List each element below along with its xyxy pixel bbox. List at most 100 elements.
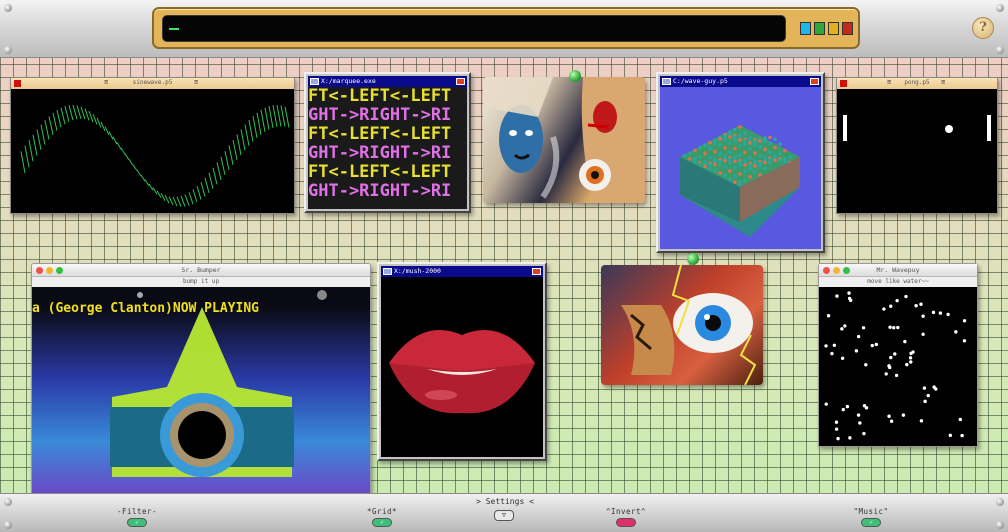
wave-dot [778, 151, 782, 155]
control-label: "Music" [853, 507, 889, 516]
help-button[interactable]: ? [972, 17, 994, 39]
wave-dot [723, 134, 727, 139]
window-pong[interactable]: ≡ pong.p5 ≡ [836, 77, 998, 214]
window-titlebar[interactable]: ≡ sinewave.p5 ≡ [11, 78, 294, 89]
window-title: X:/marquee.exe [321, 77, 376, 85]
window-titlebar[interactable]: Mr. Wavepuy [819, 264, 977, 277]
search-input[interactable] [162, 15, 786, 42]
window-wave-guy[interactable]: C:/wave-guy.p5 [656, 72, 825, 253]
sine-segment [220, 156, 226, 176]
settings-expand-button[interactable]: ▽ [494, 510, 514, 521]
filter-toggle[interactable]: ✓ [127, 518, 147, 527]
screw-icon [996, 46, 1004, 54]
wave-dot [738, 144, 742, 148]
sine-segment [28, 140, 34, 162]
wave-dot [743, 178, 747, 183]
wave-dot [753, 164, 757, 168]
grid-toggle[interactable]: ✓ [372, 518, 392, 527]
wave-dot [758, 161, 762, 166]
window-title: Sr. Bumper [181, 266, 221, 274]
color-swatch-green[interactable] [814, 22, 825, 35]
sine-segment [76, 105, 82, 120]
particle [932, 385, 936, 389]
wave-dot [773, 137, 777, 142]
color-swatch-yellow[interactable] [828, 22, 839, 35]
wave-dot [733, 159, 737, 164]
particle [841, 407, 845, 412]
window-titlebar[interactable]: C:/wave-guy.p5 [660, 76, 821, 87]
wave-dot [733, 135, 737, 139]
sine-segment [128, 158, 134, 166]
sine-segment [88, 110, 94, 123]
window-wavepuy[interactable]: Mr. Wavepuy move like water~~ [818, 263, 978, 447]
particle [840, 356, 845, 361]
wave-dot [728, 135, 732, 139]
color-swatch-blue[interactable] [800, 22, 811, 35]
particle [960, 433, 964, 438]
wave-dot [763, 155, 767, 160]
question-icon: ? [979, 20, 987, 35]
particle [836, 436, 840, 441]
invert-toggle[interactable] [616, 518, 636, 527]
wave-dot [713, 141, 717, 146]
window-titlebar[interactable]: X:/marquee.exe [308, 76, 467, 87]
wave-dot [773, 145, 777, 150]
particle [858, 421, 862, 425]
particle [843, 324, 847, 328]
sine-segment [96, 117, 102, 128]
particles-canvas [819, 287, 977, 446]
wave-dot [708, 166, 712, 171]
particle [926, 393, 930, 398]
wave-dot [728, 177, 732, 181]
wave-dot [748, 147, 752, 151]
sine-segment [60, 107, 66, 125]
pin-icon [687, 253, 699, 265]
sine-segment [108, 131, 114, 140]
control-label: *Grid* [366, 507, 398, 516]
wave-dot [718, 171, 722, 175]
window-sinewave[interactable]: ≡ sinewave.p5 ≡ [10, 77, 295, 214]
sine-segment [44, 120, 50, 140]
sine-segment [256, 112, 262, 135]
sine-segment [168, 196, 174, 206]
sine-segment [204, 177, 210, 193]
sine-segment [248, 120, 254, 142]
sine-segment [132, 164, 138, 172]
sine-segment [200, 181, 206, 197]
window-mush[interactable]: X:/mush-2000 [377, 262, 547, 461]
control-filter: -Filter- ✓ [107, 507, 167, 527]
music-toggle[interactable]: ✓ [861, 518, 881, 527]
marquee-line-left: FT<-LEFT<-LEFT [308, 87, 452, 106]
control-label: -Filter- [116, 507, 158, 516]
menu-icon[interactable]: ≡ [194, 78, 198, 86]
wave-dot [723, 158, 727, 163]
window-titlebar[interactable]: X:/mush-2000 [381, 266, 543, 277]
sine-segment [276, 104, 282, 127]
wave-dot [753, 159, 757, 163]
color-swatch-red[interactable] [842, 22, 853, 35]
window-bumper[interactable]: Sr. Bumper bump it up a (George Clanton)… [31, 263, 371, 494]
window-titlebar[interactable]: ≡ pong.p5 ≡ [837, 78, 997, 89]
wave-dot [688, 156, 692, 161]
particle [921, 332, 925, 336]
wave-dot [743, 158, 747, 163]
window-marquee[interactable]: X:/marquee.exe FT<-LEFT<-LEFT GHT->RIGHT… [304, 72, 471, 213]
sine-segment [144, 179, 150, 187]
particle [887, 414, 891, 418]
wave-dot [783, 148, 787, 153]
particle [856, 413, 861, 417]
collage-eye-art [621, 265, 757, 385]
close-button[interactable] [810, 78, 819, 85]
wave-dot [733, 154, 737, 159]
particle [834, 420, 839, 424]
window-titlebar[interactable]: Sr. Bumper [32, 264, 370, 277]
particle [824, 402, 828, 406]
sine-segment [212, 167, 218, 185]
app-icon [662, 78, 671, 85]
close-button[interactable] [456, 78, 465, 85]
particle [826, 314, 831, 318]
particle [889, 355, 893, 360]
window-title: Mr. Wavepuy [876, 266, 920, 274]
close-button[interactable] [532, 268, 541, 275]
menu-icon[interactable]: ≡ [941, 78, 945, 86]
